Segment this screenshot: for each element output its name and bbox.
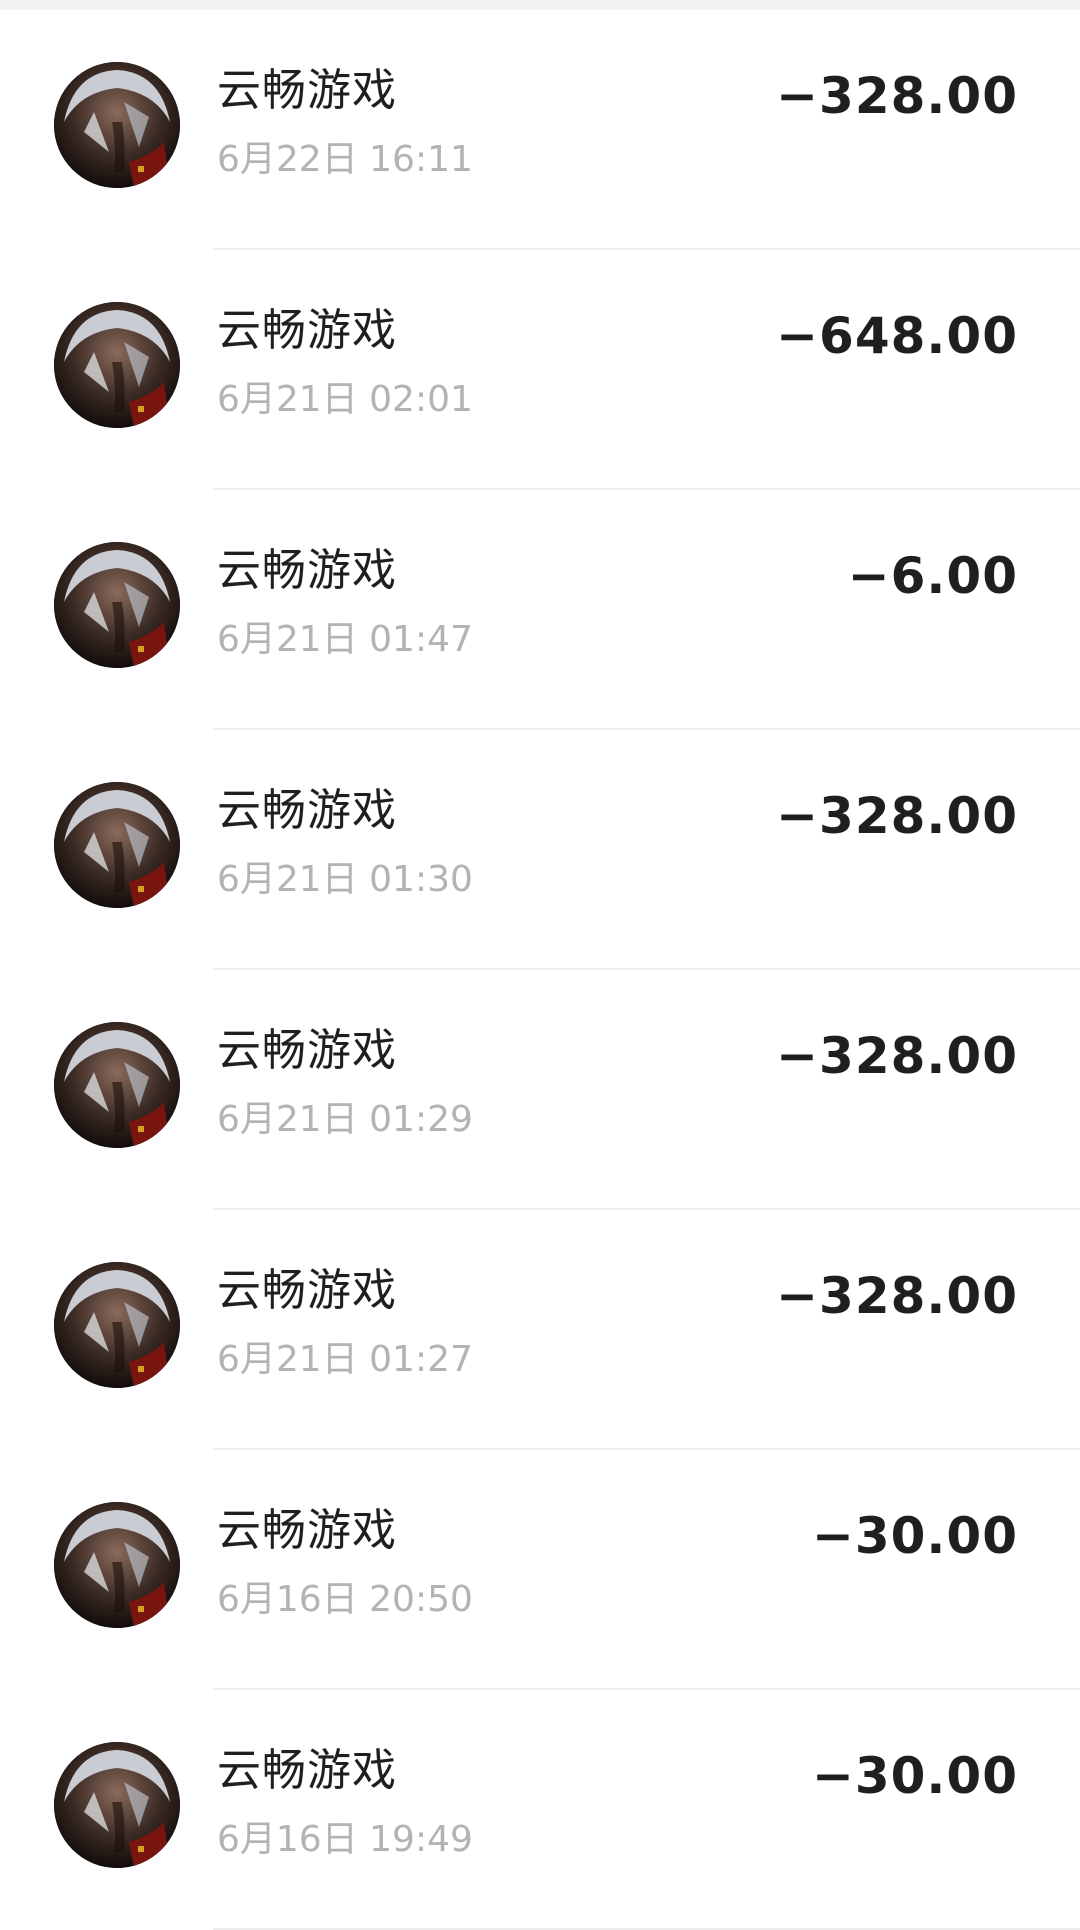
- transaction-row[interactable]: 云畅游戏 6月21日 01:27 −328.00: [0, 1210, 1080, 1450]
- transaction-time: 6月16日 20:50: [217, 1579, 473, 1620]
- transaction-time: 6月22日 16:11: [217, 139, 473, 180]
- merchant-name: 云畅游戏: [217, 785, 397, 836]
- merchant-name: 云畅游戏: [217, 1025, 397, 1076]
- transaction-time: 6月21日 01:47: [217, 619, 473, 660]
- transaction-row[interactable]: 云畅游戏 6月16日 19:49 −30.00: [0, 1690, 1080, 1930]
- merchant-name: 云畅游戏: [217, 65, 397, 116]
- transaction-amount: −328.00: [776, 1027, 1018, 1085]
- transaction-time: 6月21日 01:29: [217, 1099, 473, 1140]
- transaction-time: 6月21日 02:01: [217, 379, 473, 420]
- transaction-amount: −6.00: [847, 547, 1018, 605]
- transaction-time: 6月16日 19:49: [217, 1819, 473, 1860]
- merchant-name: 云畅游戏: [217, 305, 397, 356]
- merchant-name: 云畅游戏: [217, 1265, 397, 1316]
- transaction-time: 6月21日 01:27: [217, 1339, 473, 1380]
- merchant-avatar: [54, 1502, 180, 1628]
- transaction-time: 6月21日 01:30: [217, 859, 473, 900]
- merchant-avatar: [54, 542, 180, 668]
- merchant-avatar: [54, 62, 180, 188]
- transaction-amount: −328.00: [776, 1267, 1018, 1325]
- transaction-row[interactable]: 云畅游戏 6月21日 01:30 −328.00: [0, 730, 1080, 970]
- merchant-name: 云畅游戏: [217, 1505, 397, 1556]
- merchant-avatar: [54, 1262, 180, 1388]
- transaction-amount: −30.00: [811, 1507, 1018, 1565]
- transaction-amount: −30.00: [811, 1747, 1018, 1805]
- merchant-avatar: [54, 782, 180, 908]
- transaction-row[interactable]: 云畅游戏 6月22日 16:11 −328.00: [0, 10, 1080, 250]
- transaction-row[interactable]: 云畅游戏 6月21日 01:47 −6.00: [0, 490, 1080, 730]
- transaction-amount: −328.00: [776, 787, 1018, 845]
- merchant-avatar: [54, 302, 180, 428]
- merchant-avatar: [54, 1022, 180, 1148]
- transaction-amount: −328.00: [776, 67, 1018, 125]
- transaction-row[interactable]: 云畅游戏 6月16日 20:50 −30.00: [0, 1450, 1080, 1690]
- transaction-row[interactable]: 云畅游戏 6月21日 02:01 −648.00: [0, 250, 1080, 490]
- transaction-amount: −648.00: [776, 307, 1018, 365]
- top-strip: [0, 0, 1080, 10]
- merchant-name: 云畅游戏: [217, 545, 397, 596]
- merchant-avatar: [54, 1742, 180, 1868]
- transaction-row[interactable]: 云畅游戏 6月21日 01:29 −328.00: [0, 970, 1080, 1210]
- transaction-list: 云畅游戏 6月22日 16:11 −328.00 云畅游戏 6月21日 02:0…: [0, 10, 1080, 1930]
- merchant-name: 云畅游戏: [217, 1745, 397, 1796]
